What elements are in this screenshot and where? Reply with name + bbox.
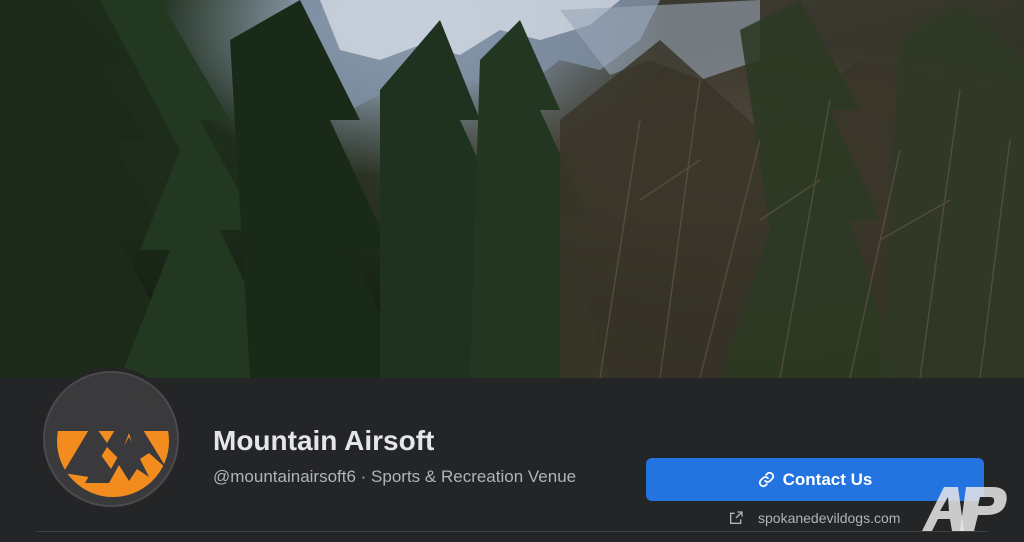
website-text: spokanedevildogs.com: [758, 510, 901, 526]
external-link-icon: [730, 511, 743, 524]
page-subtitle: @mountainairsoft6 · Sports & Recreation …: [213, 467, 577, 486]
cover-photo[interactable]: [0, 0, 1024, 378]
profile-picture[interactable]: [39, 367, 183, 511]
website-link[interactable]: spokanedevildogs.com: [728, 508, 900, 528]
ap-watermark-logo: [922, 487, 1007, 531]
avatar: [43, 371, 179, 507]
page-title: Mountain Airsoft: [213, 425, 435, 456]
divider: [36, 531, 988, 532]
mountain-logo-icon: [45, 373, 177, 501]
cover-photo-forest-mountains: [0, 0, 1024, 378]
contact-us-label: Contact Us: [782, 469, 873, 489]
link-icon: [758, 471, 774, 488]
